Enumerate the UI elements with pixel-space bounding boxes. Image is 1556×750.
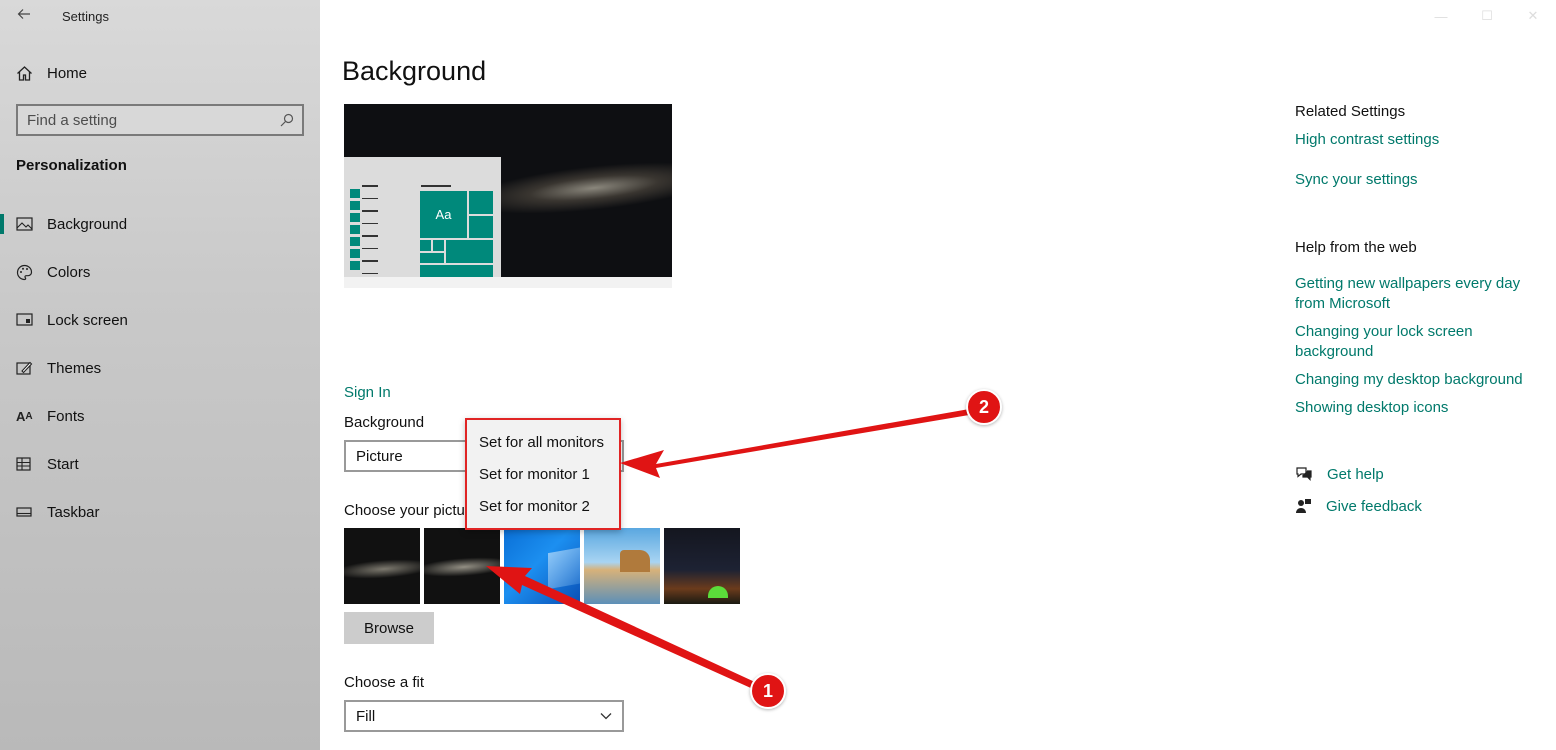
sidebar-item-label: Colors bbox=[47, 263, 91, 281]
feedback-icon bbox=[1296, 499, 1311, 513]
high-contrast-link[interactable]: High contrast settings bbox=[1295, 130, 1545, 150]
sidebar-item-label: Taskbar bbox=[47, 503, 100, 521]
close-button[interactable]: ✕ bbox=[1510, 0, 1556, 32]
themes-icon bbox=[0, 361, 47, 376]
fonts-icon: AA bbox=[16, 408, 33, 424]
sidebar-item-themes[interactable]: Themes bbox=[0, 348, 320, 388]
preview-tiles: Aa bbox=[420, 191, 495, 277]
sidebar-item-lock-screen[interactable]: Lock screen bbox=[0, 300, 320, 340]
sidebar-item-taskbar[interactable]: Taskbar bbox=[0, 492, 320, 532]
taskbar-icon bbox=[0, 507, 47, 517]
minimize-button[interactable]: — bbox=[1418, 0, 1464, 32]
fit-dropdown[interactable]: Fill bbox=[344, 700, 624, 732]
help-link-desktop-background[interactable]: Changing my desktop background bbox=[1295, 370, 1545, 390]
annotation-badge-2: 2 bbox=[966, 389, 1002, 425]
help-link-desktop-icons[interactable]: Showing desktop icons bbox=[1295, 398, 1545, 418]
get-help-icon bbox=[1296, 467, 1312, 481]
thumbnail-milky-way-2[interactable] bbox=[424, 528, 500, 604]
give-feedback-label: Give feedback bbox=[1326, 498, 1422, 515]
give-feedback-link[interactable]: Give feedback bbox=[1295, 498, 1422, 515]
help-link-wallpapers[interactable]: Getting new wallpapers every day from Mi… bbox=[1295, 274, 1545, 314]
maximize-button[interactable]: ☐ bbox=[1464, 0, 1510, 32]
lock-screen-icon bbox=[0, 313, 47, 327]
maximize-icon: ☐ bbox=[1481, 8, 1493, 23]
background-preview: Aa bbox=[344, 104, 672, 288]
minimize-icon: — bbox=[1434, 8, 1448, 24]
background-value: Picture bbox=[356, 447, 403, 465]
help-web-heading: Help from the web bbox=[1295, 239, 1417, 256]
menu-item-all-monitors[interactable]: Set for all monitors bbox=[467, 426, 619, 458]
sync-settings-link[interactable]: Sync your settings bbox=[1295, 170, 1545, 190]
section-title: Personalization bbox=[16, 157, 127, 174]
search-box[interactable] bbox=[16, 104, 304, 136]
sidebar-item-label: Lock screen bbox=[47, 311, 128, 329]
start-icon bbox=[0, 457, 47, 471]
sidebar-item-label: Themes bbox=[47, 359, 102, 377]
window-controls: — ☐ ✕ bbox=[1418, 0, 1556, 32]
help-link-lock-screen[interactable]: Changing your lock screen background bbox=[1295, 322, 1545, 362]
home-icon bbox=[17, 65, 32, 81]
back-arrow-icon bbox=[17, 9, 30, 19]
sidebar-item-colors[interactable]: Colors bbox=[0, 252, 320, 292]
chevron-down-icon bbox=[600, 713, 612, 720]
sidebar-item-label: Fonts bbox=[47, 407, 85, 425]
title-bar: Settings bbox=[0, 0, 320, 34]
app-title: Settings bbox=[62, 9, 109, 24]
annotation-badge-1: 1 bbox=[750, 673, 786, 709]
related-settings-heading: Related Settings bbox=[1295, 103, 1406, 120]
palette-icon bbox=[0, 264, 47, 281]
sign-in-link[interactable]: Sign In bbox=[344, 384, 391, 401]
sidebar-item-label: Background bbox=[47, 215, 128, 233]
picture-icon bbox=[0, 217, 47, 231]
sidebar-item-fonts[interactable]: AA Fonts bbox=[0, 396, 320, 436]
get-help-label: Get help bbox=[1327, 466, 1384, 483]
sidebar-item-start[interactable]: Start bbox=[0, 444, 320, 484]
page-title: Background bbox=[342, 56, 487, 86]
preview-start-mock: Aa bbox=[344, 157, 501, 277]
monitor-context-menu: Set for all monitors Set for monitor 1 S… bbox=[465, 418, 621, 530]
menu-item-monitor-1[interactable]: Set for monitor 1 bbox=[467, 458, 619, 490]
sidebar-item-background[interactable]: Background bbox=[0, 204, 320, 244]
thumbnail-windows[interactable] bbox=[504, 528, 580, 604]
thumbnail-milky-way-1[interactable] bbox=[344, 528, 420, 604]
menu-item-monitor-2[interactable]: Set for monitor 2 bbox=[467, 490, 619, 522]
thumbnail-beach[interactable] bbox=[584, 528, 660, 604]
home-nav-item[interactable]: Home bbox=[16, 62, 87, 84]
search-input[interactable] bbox=[18, 111, 272, 129]
home-label: Home bbox=[47, 64, 88, 82]
choose-picture-label: Choose your pictu bbox=[344, 502, 465, 519]
background-label: Background bbox=[344, 414, 425, 431]
preview-tile-label: Aa bbox=[420, 191, 467, 238]
main-content: — ☐ ✕ Background Aa Sign In Background P… bbox=[320, 0, 1556, 750]
back-button[interactable] bbox=[10, 6, 38, 28]
browse-button[interactable]: Browse bbox=[344, 612, 434, 644]
sidebar-item-label: Start bbox=[47, 455, 79, 473]
close-icon: ✕ bbox=[1527, 8, 1539, 23]
fit-value: Fill bbox=[356, 707, 376, 725]
sidebar: Settings Home Personalization Background… bbox=[0, 0, 320, 750]
thumbnail-night-tent[interactable] bbox=[664, 528, 740, 604]
get-help-link[interactable]: Get help bbox=[1295, 466, 1384, 483]
search-icon[interactable] bbox=[272, 106, 302, 134]
fit-label: Choose a fit bbox=[344, 674, 425, 691]
